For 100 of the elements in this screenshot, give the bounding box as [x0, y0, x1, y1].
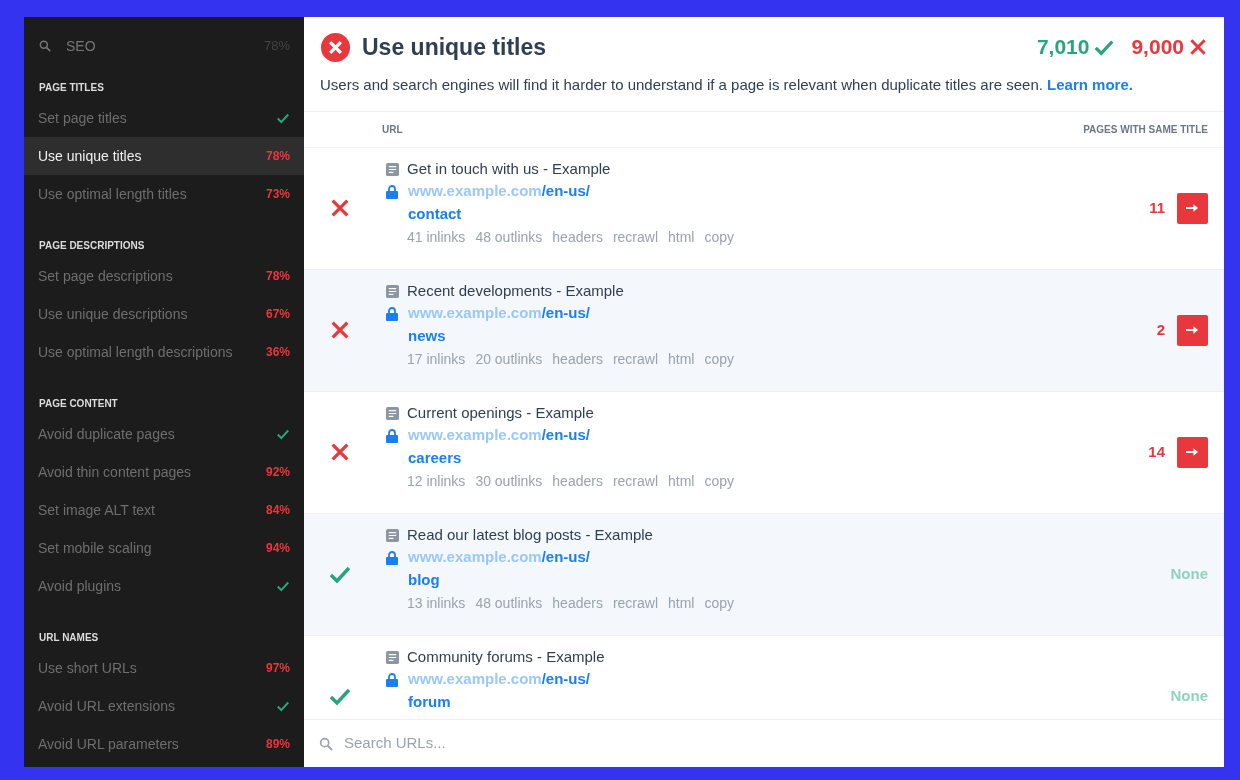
page-action-link[interactable]: recrawl — [612, 226, 659, 248]
lock-icon — [386, 550, 398, 565]
sidebar-item[interactable]: Use optimal length titles 73% — [24, 175, 304, 213]
duplicate-count: 2 — [1156, 319, 1165, 340]
page-action-link[interactable]: copy — [704, 348, 735, 370]
sidebar-item[interactable]: Avoid duplicate pages — [24, 415, 304, 453]
cross-icon — [329, 319, 351, 341]
cross-icon — [1188, 37, 1208, 57]
page-action-link[interactable]: headers — [552, 226, 603, 248]
score: 92% — [265, 464, 290, 481]
duplicate-count: 11 — [1149, 197, 1165, 218]
page-action-link[interactable]: copy — [704, 470, 735, 492]
document-icon — [386, 407, 399, 420]
column-header: PAGES WITH SAME TITLE — [1083, 122, 1208, 137]
score: 73% — [265, 186, 290, 203]
score: 84% — [265, 502, 290, 519]
lock-icon — [386, 306, 398, 321]
sidebar-item[interactable]: Avoid URL extensions — [24, 687, 304, 725]
page-action-link[interactable]: 12 inlinks — [407, 470, 466, 492]
arrow-icon — [1186, 447, 1199, 457]
page-action-link[interactable]: headers — [552, 592, 603, 614]
score: 36% — [265, 344, 290, 361]
score: 78% — [265, 268, 290, 285]
url-slug[interactable]: blog — [408, 568, 1171, 591]
page-action-link[interactable]: 20 outlinks — [475, 348, 543, 370]
cross-icon — [329, 441, 351, 463]
page-action-link[interactable]: 48 outlinks — [475, 592, 543, 614]
check-icon — [276, 111, 290, 125]
page-action-link[interactable]: recrawl — [612, 470, 659, 492]
sidebar-item[interactable]: Avoid plugins — [24, 567, 304, 605]
page-action-link[interactable]: html — [668, 348, 695, 370]
url-link[interactable]: www.example.com/en-us/ — [408, 668, 590, 691]
page-action-link[interactable]: 48 outlinks — [475, 226, 543, 248]
lock-icon — [386, 428, 398, 443]
lock-icon — [386, 184, 398, 199]
section-heading: PAGE TITLES — [38, 80, 105, 95]
page-title: Read our latest blog posts - Example — [407, 525, 653, 546]
score: 67% — [265, 306, 290, 323]
score: 78% — [265, 148, 290, 165]
sidebar-item[interactable]: Set mobile scaling 94% — [24, 529, 304, 567]
search-field[interactable]: Search URLs... — [344, 732, 1210, 755]
check-icon — [276, 579, 290, 593]
sidebar-item[interactable]: Use optimal length descriptions 36% — [24, 333, 304, 371]
description: Users and search engines will find it harder to understand if a page is relevant when duplicate titles are seen. Learn more. — [320, 75, 1134, 95]
lock-icon — [386, 672, 398, 687]
sidebar-item[interactable]: Use unique titles 78% — [24, 137, 304, 175]
url-slug[interactable]: contact — [408, 202, 1150, 225]
document-icon — [386, 529, 399, 542]
learn-more-link[interactable]: Learn more. — [1047, 76, 1133, 93]
open-button[interactable] — [1177, 436, 1208, 468]
sidebar-item[interactable]: Avoid thin content pages 92% — [24, 453, 304, 491]
url-link[interactable]: www.example.com/en-us/ — [408, 302, 590, 325]
column-header: URL — [382, 122, 404, 137]
sidebar-item[interactable]: Set image ALT text 84% — [24, 491, 304, 529]
url-link[interactable]: www.example.com/en-us/ — [408, 546, 590, 569]
sidebar-item[interactable]: Use short URLs 97% — [24, 649, 304, 687]
url-link[interactable]: www.example.com/en-us/ — [408, 180, 590, 203]
sidebar-item[interactable]: Avoid URL parameters 89% — [24, 725, 304, 763]
url-slug[interactable]: news — [408, 324, 1157, 347]
open-button[interactable] — [1177, 314, 1208, 346]
arrow-icon — [1186, 325, 1199, 335]
section-heading: PAGE CONTENT — [38, 396, 119, 411]
page-action-link[interactable]: 30 outlinks — [475, 470, 543, 492]
section-heading: PAGE DESCRIPTIONS — [38, 238, 146, 253]
cross-icon — [329, 197, 351, 219]
page-action-link[interactable]: html — [668, 226, 695, 248]
sidebar-item[interactable]: Set page titles — [24, 99, 304, 137]
page-action-link[interactable]: 41 inlinks — [407, 226, 466, 248]
page-action-link[interactable]: 17 inlinks — [407, 348, 466, 370]
arrow-icon — [1186, 203, 1199, 213]
page-title: Use unique titles — [362, 32, 548, 62]
search-query[interactable]: SEO — [66, 35, 264, 57]
open-button[interactable] — [1177, 192, 1208, 224]
page-title: Community forums - Example — [407, 647, 605, 668]
page-action-link[interactable]: copy — [704, 226, 735, 248]
page-title: Recent developments - Example — [407, 281, 624, 302]
section-heading: URL NAMES — [38, 630, 100, 645]
search-icon — [318, 735, 334, 752]
document-icon — [386, 285, 399, 298]
page-action-link[interactable]: html — [668, 470, 695, 492]
page-action-link[interactable]: 13 inlinks — [407, 592, 466, 614]
page-action-link[interactable]: recrawl — [612, 592, 659, 614]
duplicate-count: 14 — [1148, 441, 1165, 462]
page-action-link[interactable]: copy — [704, 592, 735, 614]
duplicate-count: None — [1170, 685, 1208, 706]
score: 97% — [265, 660, 290, 677]
page-action-link[interactable]: headers — [552, 348, 603, 370]
page-title: Current openings - Example — [407, 403, 594, 424]
fail-count: 9,000 — [1131, 34, 1184, 61]
url-slug[interactable]: forum — [408, 690, 1171, 713]
sidebar-item[interactable]: Use unique descriptions 67% — [24, 295, 304, 333]
page-title: Get in touch with us - Example — [407, 159, 611, 180]
page-action-link[interactable]: recrawl — [612, 348, 659, 370]
url-link[interactable]: www.example.com/en-us/ — [408, 424, 590, 447]
url-slug[interactable]: careers — [408, 446, 1149, 469]
page-action-link[interactable]: html — [668, 592, 695, 614]
sidebar-item[interactable]: Set page descriptions 78% — [24, 257, 304, 295]
duplicate-count: None — [1170, 563, 1208, 584]
score: 89% — [265, 736, 290, 753]
page-action-link[interactable]: headers — [552, 470, 603, 492]
